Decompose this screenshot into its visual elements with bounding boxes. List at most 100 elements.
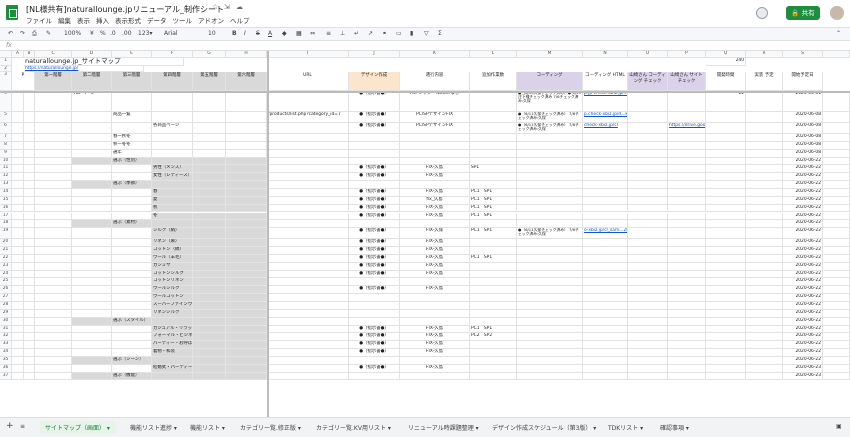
header-site-check[interactable]: 山崎さん サイト チェック: [668, 72, 706, 91]
row-25-start[interactable]: 2020-06-22: [783, 278, 823, 287]
row-13-html[interactable]: [583, 181, 628, 189]
row-34-lv3[interactable]: [112, 349, 152, 357]
row-23-content[interactable]: FIX-久島: [400, 262, 470, 271]
row-31-actual[interactable]: [746, 325, 783, 334]
row-10-design[interactable]: [349, 157, 400, 166]
row-15-extra[interactable]: [823, 196, 850, 205]
row-32-lv3[interactable]: [112, 333, 152, 342]
row-10-lv5[interactable]: [193, 157, 226, 166]
row-15-html[interactable]: [583, 196, 628, 205]
row-20-content[interactable]: FIX-久島: [400, 239, 470, 248]
row-14-lv6[interactable]: [226, 188, 267, 197]
italic-button[interactable]: I: [244, 30, 246, 37]
row-35-extra[interactable]: [823, 356, 850, 365]
row-28-lv1[interactable]: [35, 302, 72, 310]
document-title[interactable]: [NL様共有]naturallounge.jpリニューアル_制作シート: [26, 4, 224, 15]
row-5-lv6[interactable]: [226, 112, 267, 123]
row-6-actual[interactable]: [746, 123, 783, 134]
row-26-lv2[interactable]: [72, 286, 112, 295]
row-8-p[interactable]: [12, 141, 24, 150]
header-level-6[interactable]: 第六階層: [226, 72, 267, 91]
row-37-extra[interactable]: [823, 372, 850, 381]
row-9-lv2[interactable]: [72, 149, 112, 158]
row-11-html[interactable]: [583, 165, 628, 174]
row-23-lv1[interactable]: [35, 262, 72, 271]
row-15-lv6[interactable]: [226, 196, 267, 205]
row-28-html[interactable]: [583, 302, 628, 310]
row-10-lv2[interactable]: [72, 157, 112, 166]
row-35-lv6[interactable]: [226, 356, 267, 365]
row-35-content[interactable]: [400, 356, 470, 365]
row-34-b[interactable]: [24, 349, 35, 357]
row-29-start[interactable]: 2020-06-22: [783, 309, 823, 318]
row-5-content[interactable]: PC/SPデザインFIX: [400, 112, 470, 123]
row-9-ysite[interactable]: [668, 149, 706, 158]
print-icon[interactable]: ⎙: [32, 30, 37, 38]
header-level-4[interactable]: 第四階層: [152, 72, 193, 91]
row-17-lv2[interactable]: [72, 212, 112, 221]
row-31-content[interactable]: FIX-久島: [400, 325, 470, 334]
row-32-ych[interactable]: [628, 333, 668, 342]
row-13-lv1[interactable]: [35, 181, 72, 189]
row-34-actual[interactable]: [746, 349, 783, 357]
row-32-add[interactable]: PC2 SP2: [470, 333, 517, 342]
row-27-coding[interactable]: [517, 294, 583, 302]
row-33-lv4[interactable]: パーティー・お呼ばれ: [152, 341, 193, 350]
row-30-lv3[interactable]: 選ぶ（スタイル）: [112, 317, 152, 326]
row-10-url[interactable]: [267, 157, 349, 166]
row-8-actual[interactable]: [746, 141, 783, 150]
row-7-lv2[interactable]: [72, 134, 112, 142]
row-15-hours[interactable]: [706, 196, 746, 205]
row-32-hours[interactable]: [706, 333, 746, 342]
row-10-lv3[interactable]: 選ぶ（性別）: [112, 157, 152, 166]
all-sheets-icon[interactable]: ≡: [20, 423, 25, 430]
row-30-p[interactable]: [12, 317, 24, 326]
row-21-p[interactable]: [12, 247, 24, 255]
row-23-coding[interactable]: [517, 262, 583, 271]
row-8-lv5[interactable]: [193, 141, 226, 150]
row-4-lv5[interactable]: [193, 91, 226, 112]
row-30-ych[interactable]: [628, 317, 668, 326]
row-30-html[interactable]: [583, 317, 628, 326]
row-26-lv3[interactable]: [112, 286, 152, 295]
row-6-hours[interactable]: [706, 123, 746, 134]
row-number-7[interactable]: 7: [0, 134, 12, 142]
header-additional[interactable]: 追加作業数: [470, 72, 517, 91]
account-avatar[interactable]: [830, 6, 844, 20]
row-19-hours[interactable]: [706, 228, 746, 240]
menu-item-8[interactable]: ヘルプ: [230, 17, 250, 25]
row-37-b[interactable]: [24, 372, 35, 381]
row-12-actual[interactable]: [746, 173, 783, 182]
row-33-hours[interactable]: [706, 341, 746, 350]
row-6-lv3[interactable]: [112, 123, 152, 134]
row-16-coding[interactable]: [517, 204, 583, 213]
row-5-coding[interactable]: ●（6/11久保チェック済み） 7/6チェック済み:久保: [517, 112, 583, 123]
row-23-extra[interactable]: [823, 262, 850, 271]
row-5-b[interactable]: [24, 112, 35, 123]
row-number-6[interactable]: 6: [0, 123, 12, 134]
row-4-ysite[interactable]: [668, 91, 706, 112]
row-34-lv5[interactable]: [193, 349, 226, 357]
row-24-design[interactable]: ●（指示書●）: [349, 270, 400, 279]
row-number-16[interactable]: 16: [0, 204, 12, 213]
row-29-lv2[interactable]: [72, 309, 112, 318]
row-12-coding[interactable]: [517, 173, 583, 182]
row-15-url[interactable]: [267, 196, 349, 205]
row-17-lv4[interactable]: 冬: [152, 212, 193, 221]
row-17-coding[interactable]: [517, 212, 583, 221]
row-21-lv4[interactable]: コットン（綿）: [152, 247, 193, 255]
row-32-html[interactable]: [583, 333, 628, 342]
tab-0[interactable]: サイトマップ（画面） ▾: [40, 421, 115, 434]
row-8-content[interactable]: [400, 141, 470, 150]
tab-4[interactable]: カテゴリー覧.KV用リスト ▾: [316, 423, 391, 432]
row-21-ych[interactable]: [628, 247, 668, 255]
row-32-content[interactable]: FIX-久島: [400, 333, 470, 342]
row-17-lv3[interactable]: [112, 212, 152, 221]
row-31-ysite[interactable]: [668, 325, 706, 334]
row-18-design[interactable]: [349, 220, 400, 229]
row-30-lv4[interactable]: [152, 317, 193, 326]
move-icon[interactable]: ⇲: [224, 3, 230, 11]
row-35-coding[interactable]: [517, 356, 583, 365]
row-25-lv3[interactable]: [112, 278, 152, 287]
frozen-row-divider[interactable]: [0, 91, 850, 93]
